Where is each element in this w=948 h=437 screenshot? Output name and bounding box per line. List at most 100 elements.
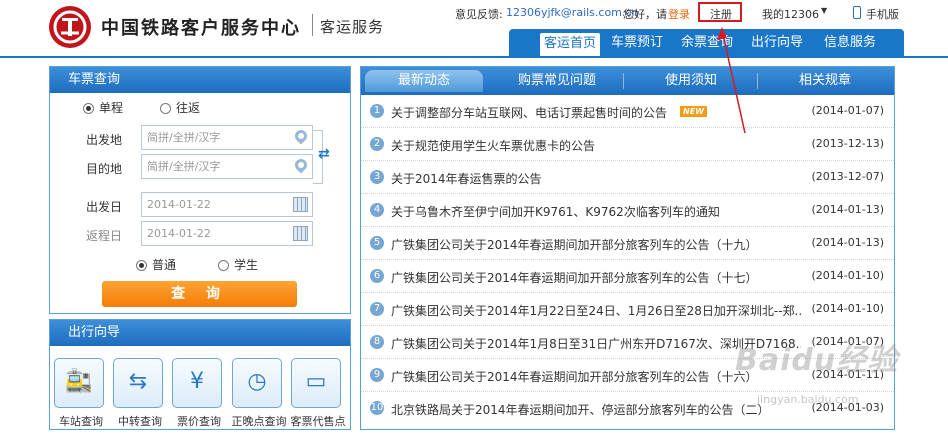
- news-tabs: 最新动态 购票常见问题 使用须知 相关规章: [361, 67, 894, 95]
- page: 中国铁路客户服务中心 客运服务 意见反馈: 12306yjfk@rails.co…: [0, 0, 948, 437]
- feedback-email-link[interactable]: 12306yjfk@rails.com.cn: [506, 6, 638, 19]
- news-number: 10: [370, 401, 384, 415]
- nav-info-service[interactable]: 信息服务: [817, 29, 883, 56]
- student-radio[interactable]: 学生: [218, 257, 258, 273]
- guide-label: 正晚点查询: [231, 415, 287, 428]
- news-title[interactable]: 北京铁路局关于2014年春运期间加开、停运部分旅客列车的公告（二）: [391, 401, 770, 418]
- news-date: (2014-01-10): [811, 269, 884, 282]
- tab-faq[interactable]: 购票常见问题: [495, 70, 619, 92]
- depart-date-value: 2014-01-22: [147, 198, 211, 211]
- news-title[interactable]: 关于2014年春运售票的公告: [391, 170, 542, 187]
- one-way-radio[interactable]: 单程: [83, 100, 123, 116]
- search-button[interactable]: 查 询: [102, 281, 297, 307]
- trip-type-group: 单程 往返: [50, 100, 350, 118]
- news-number: 4: [370, 203, 384, 217]
- news-row[interactable]: 3 关于2014年春运售票的公告 (2013-12-07): [361, 161, 894, 194]
- news-row[interactable]: 1 关于调整部分车站互联网、电话订票起售时间的公告 NEW (2014-01-0…: [361, 95, 894, 128]
- tab-latest-news[interactable]: 最新动态: [365, 70, 483, 92]
- tab-usage-notes[interactable]: 使用须知: [629, 70, 753, 92]
- depart-date-input[interactable]: 2014-01-22: [141, 192, 313, 217]
- news-row[interactable]: 4 关于乌鲁木齐至伊宁间加开K9761、K9762次临客列车的通知 (2014-…: [361, 194, 894, 227]
- news-title[interactable]: 关于调整部分车站互联网、电话订票起售时间的公告: [391, 104, 667, 121]
- ticket-office-icon[interactable]: ▭: [291, 358, 341, 408]
- guide-station-query[interactable]: 🚉 车站查询: [54, 358, 108, 429]
- to-label: 目的地: [86, 162, 123, 176]
- from-station-input[interactable]: 简拼/全拼/汉字: [141, 125, 313, 150]
- news-number: 3: [370, 170, 384, 184]
- adult-radio[interactable]: 普通: [136, 257, 176, 273]
- brand-subtitle: 客运服务: [320, 18, 385, 36]
- news-number: 8: [370, 335, 384, 349]
- brand-title: 中国铁路客户服务中心: [101, 18, 301, 39]
- brand-divider: [312, 14, 313, 36]
- header-rule: [0, 56, 948, 58]
- from-placeholder: 简拼/全拼/汉字: [147, 131, 221, 144]
- site-header: 中国铁路客户服务中心 客运服务 意见反馈: 12306yjfk@rails.co…: [0, 0, 948, 56]
- feedback-label: 意见反馈:: [455, 8, 503, 21]
- tab-regulations[interactable]: 相关规章: [763, 70, 887, 92]
- news-number: 9: [370, 368, 384, 382]
- news-title[interactable]: 广铁集团公司关于2014年春运期间加开部分旅客列车的公告（十七）: [391, 269, 758, 286]
- to-station-input[interactable]: 简拼/全拼/汉字: [141, 154, 313, 179]
- depart-date-label: 出发日: [86, 200, 123, 214]
- guide-ticket-office[interactable]: ▭ 客票代售点: [291, 358, 346, 429]
- news-number: 6: [370, 269, 384, 283]
- news-date: (2014-01-13): [811, 236, 884, 249]
- ticket-query-title: 车票查询: [50, 67, 350, 93]
- guide-label: 客票代售点: [290, 415, 346, 428]
- mobile-phone-icon[interactable]: [853, 6, 861, 19]
- to-placeholder: 简拼/全拼/汉字: [147, 160, 221, 173]
- guide-label: 票价查询: [177, 415, 221, 428]
- news-title[interactable]: 广铁集团公司关于2014年春运期间加开部分旅客列车的公告（十九）: [391, 236, 758, 253]
- news-row[interactable]: 6 广铁集团公司关于2014年春运期间加开部分旅客列车的公告（十七） (2014…: [361, 260, 894, 293]
- location-pin-icon[interactable]: [292, 156, 310, 174]
- watermark-url: jingyan.baidu.com: [757, 393, 859, 406]
- login-link[interactable]: 登录: [668, 6, 690, 22]
- clock-icon[interactable]: ◷: [232, 358, 282, 408]
- nav-remaining-tickets[interactable]: 余票查询: [677, 29, 737, 56]
- from-label: 出发地: [86, 133, 123, 147]
- guide-label: 中转查询: [118, 415, 162, 428]
- nav-travel-guide[interactable]: 出行向导: [747, 29, 807, 56]
- calendar-icon[interactable]: [293, 226, 308, 241]
- swap-stations-icon[interactable]: ⇄: [318, 146, 334, 162]
- news-date: (2014-01-07): [811, 104, 884, 117]
- round-trip-radio[interactable]: 往返: [160, 100, 200, 116]
- fare-icon[interactable]: ¥: [172, 358, 222, 408]
- return-date-label: 返程日: [86, 229, 123, 243]
- news-row[interactable]: 5 广铁集团公司关于2014年春运期间加开部分旅客列车的公告（十九） (2014…: [361, 227, 894, 260]
- news-title[interactable]: 广铁集团公司关于2014年春运期间加开部分旅客列车的公告（十六）: [391, 368, 758, 385]
- news-number: 7: [370, 302, 384, 316]
- news-row[interactable]: 7 广铁集团公司关于2014年1月22日至24日、1月26日至28日加开深圳北-…: [361, 293, 894, 326]
- station-icon[interactable]: 🚉: [54, 358, 104, 408]
- news-date: (2014-01-10): [811, 302, 884, 315]
- news-row[interactable]: 2 关于规范使用学生火车票优惠卡的公告 (2013-12-13): [361, 128, 894, 161]
- my12306-menu[interactable]: 我的12306: [762, 6, 819, 22]
- railway-logo-icon[interactable]: [49, 6, 91, 48]
- register-highlight-box: [698, 2, 742, 22]
- news-title[interactable]: 关于乌鲁木齐至伊宁间加开K9761、K9762次临客列车的通知: [391, 203, 720, 220]
- news-title[interactable]: 关于规范使用学生火车票优惠卡的公告: [391, 137, 595, 154]
- guide-transfer-query[interactable]: ⇆ 中转查询: [113, 358, 167, 429]
- news-date: (2013-12-07): [811, 170, 884, 183]
- tab-separator: [623, 73, 624, 89]
- calendar-icon[interactable]: [293, 197, 308, 212]
- travel-guide-panel: 出行向导 🚉 车站查询 ⇆ 中转查询 ¥ 票价查询 ◷ 正晚点查询 ▭ 客票代售…: [49, 319, 351, 430]
- news-date: (2013-12-13): [811, 137, 884, 150]
- transfer-icon[interactable]: ⇆: [113, 358, 163, 408]
- news-date: (2014-01-13): [811, 203, 884, 216]
- guide-label: 车站查询: [59, 415, 103, 428]
- news-number: 2: [370, 137, 384, 151]
- nav-booking[interactable]: 车票预订: [607, 29, 667, 56]
- nav-home[interactable]: 客运首页: [539, 32, 601, 56]
- guide-delay-query[interactable]: ◷ 正晚点查询: [232, 358, 287, 429]
- mobile-version-link[interactable]: 手机版: [866, 6, 899, 22]
- travel-guide-title: 出行向导: [50, 320, 350, 346]
- news-title[interactable]: 广铁集团公司关于2014年1月22日至24日、1月26日至28日加开深圳北--郑…: [391, 302, 801, 319]
- passenger-type-group: 普通 学生: [50, 257, 350, 275]
- guide-fare-query[interactable]: ¥ 票价查询: [172, 358, 226, 429]
- location-pin-icon[interactable]: [292, 127, 310, 145]
- return-date-input[interactable]: 2014-01-22: [141, 221, 313, 246]
- main-nav: 客运首页 车票预订 余票查询 出行向导 信息服务: [509, 29, 904, 56]
- chevron-down-icon[interactable]: ▼: [821, 6, 827, 15]
